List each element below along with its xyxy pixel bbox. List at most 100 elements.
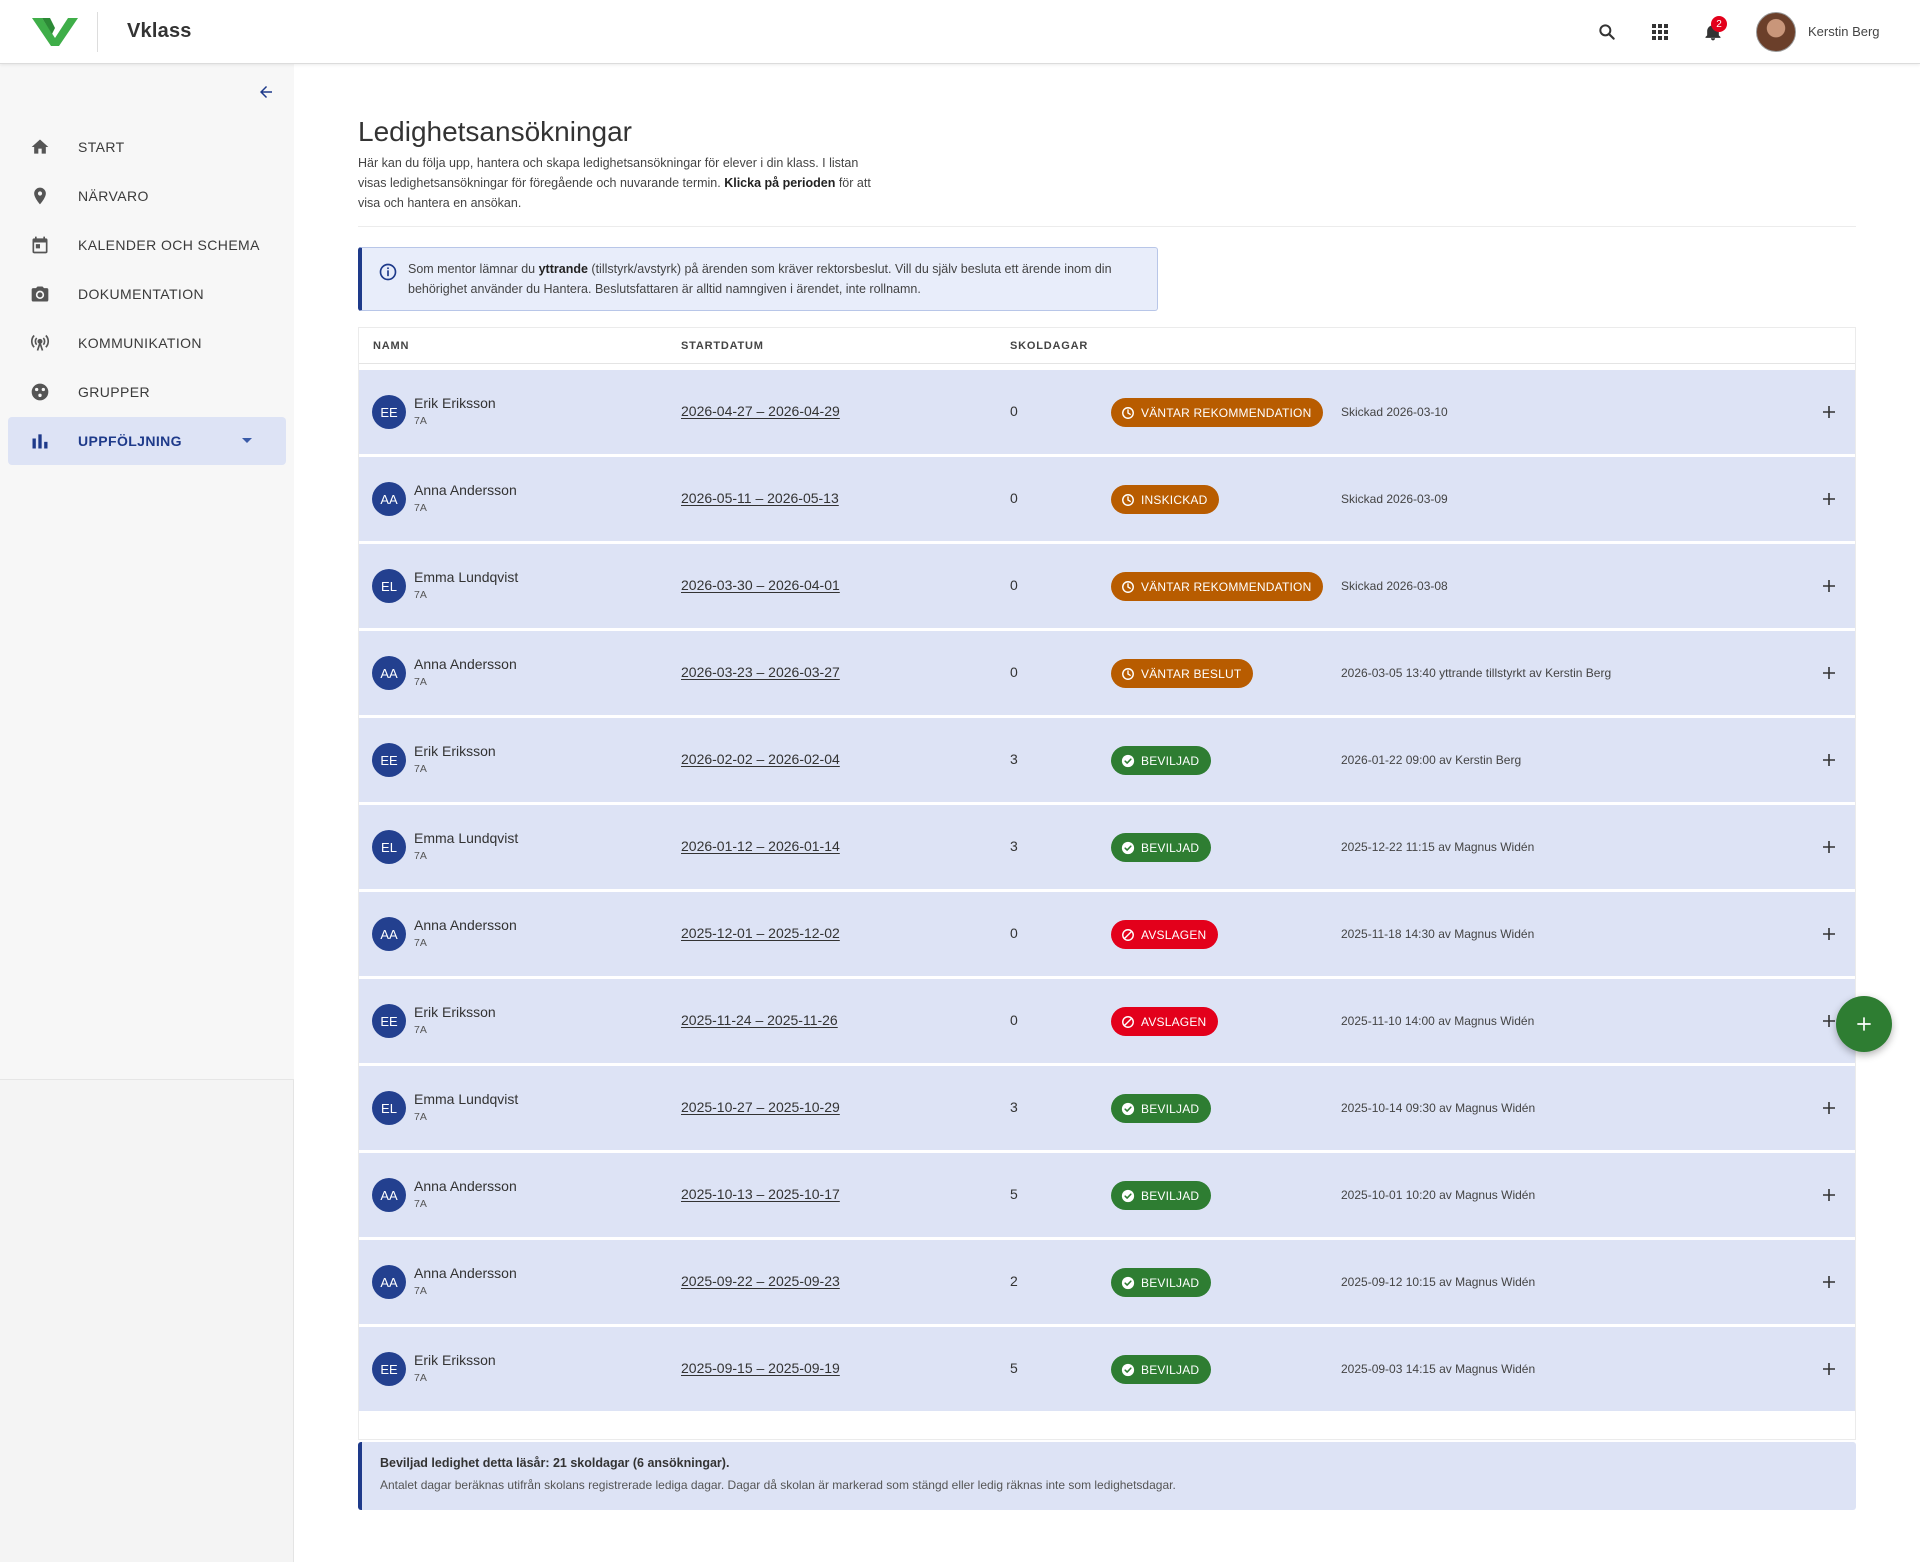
expand-row-button[interactable] <box>1817 1357 1841 1381</box>
plus-icon <box>1823 1363 1835 1375</box>
status-label: VÄNTAR REKOMMENDATION <box>1141 579 1312 594</box>
expand-row-button[interactable] <box>1817 922 1841 946</box>
status-note: 2025-12-22 11:15 av Magnus Widén <box>1341 840 1535 854</box>
period-link[interactable]: 2025-11-24 – 2025-11-26 <box>681 1012 838 1028</box>
page-intro: Här kan du följa upp, hantera och skapa … <box>358 156 871 210</box>
sidebar-item-kalender[interactable]: KALENDER OCH SCHEMA <box>8 221 286 269</box>
table-row[interactable]: AA Anna Andersson 7A 2026-05-11 – 2026-05-1… <box>359 457 1855 541</box>
table-row[interactable]: EE Erik Eriksson 7A 2025-09-15 – 2025-09-19… <box>359 1327 1855 1411</box>
table-row[interactable]: EL Emma Lundqvist 7A 2026-01-12 – 2026-01-1… <box>359 805 1855 889</box>
sidebar-item-uppfoljning[interactable]: UPPFÖLJNING <box>8 417 286 465</box>
school-days: 3 <box>1010 1099 1018 1115</box>
block-icon <box>1121 1015 1135 1029</box>
period-link[interactable]: 2025-10-13 – 2025-10-17 <box>681 1186 840 1202</box>
notifications-button[interactable]: 2 <box>1699 16 1727 46</box>
status-note: Skickad 2026-03-09 <box>1341 492 1448 506</box>
notification-count-badge: 2 <box>1711 16 1727 32</box>
status-note: 2025-11-10 14:00 av Magnus Widén <box>1341 1014 1535 1028</box>
sidebar-item-start[interactable]: START <box>8 123 286 171</box>
expand-row-button[interactable] <box>1817 835 1841 859</box>
status-label: AVSLAGEN <box>1141 927 1207 942</box>
divider <box>358 226 1856 227</box>
column-header-schooldays[interactable]: SKOLDAGAR <box>1010 340 1088 352</box>
vklass-logo[interactable] <box>32 16 78 48</box>
home-icon <box>28 135 52 159</box>
student-avatar: EE <box>372 395 406 429</box>
top-bar: Vklass 2 Kerstin Berg <box>0 0 1920 64</box>
add-application-button[interactable] <box>1836 996 1892 1052</box>
chevron-down-icon[interactable] <box>242 438 252 443</box>
plus-icon <box>1823 1276 1835 1288</box>
sidebar: START NÄRVARO KALENDER OCH SCHEMA DOKUME… <box>0 64 294 1562</box>
expand-row-button[interactable] <box>1817 1183 1841 1207</box>
table-row[interactable]: EL Emma Lundqvist 7A 2025-10-27 – 2025-10-2… <box>359 1066 1855 1150</box>
student-avatar: EL <box>372 569 406 603</box>
expand-row-button[interactable] <box>1817 487 1841 511</box>
sidebar-item-grupper[interactable]: GRUPPER <box>8 368 286 416</box>
plus-icon <box>1823 841 1835 853</box>
status-badge: BEVILJAD <box>1111 1094 1212 1123</box>
table-row[interactable]: EE Erik Eriksson 7A 2026-04-27 – 2026-04-29… <box>359 370 1855 454</box>
info-icon <box>379 263 397 281</box>
status-note: 2025-11-18 14:30 av Magnus Widén <box>1341 927 1535 941</box>
status-note: 2025-09-12 10:15 av Magnus Widén <box>1341 1275 1536 1289</box>
period-link[interactable]: 2026-01-12 – 2026-01-14 <box>681 838 840 854</box>
sidebar-item-label: UPPFÖLJNING <box>78 433 182 449</box>
student-name: Emma Lundqvist <box>414 830 519 846</box>
status-badge: BEVILJAD <box>1111 1355 1212 1384</box>
student-class: 7A <box>414 850 427 862</box>
table-row[interactable]: EE Erik Eriksson 7A 2026-02-02 – 2026-02-04… <box>359 718 1855 802</box>
sidebar-item-label: KOMMUNIKATION <box>78 335 202 351</box>
school-days: 3 <box>1010 751 1018 767</box>
period-link[interactable]: 2025-09-15 – 2025-09-19 <box>681 1360 840 1376</box>
expand-row-button[interactable] <box>1817 1096 1841 1120</box>
table-row[interactable]: AA Anna Andersson 7A 2025-12-01 – 2025-12-0… <box>359 892 1855 976</box>
period-link[interactable]: 2025-12-01 – 2025-12-02 <box>681 925 840 941</box>
sidebar-item-kommunikation[interactable]: KOMMUNIKATION <box>8 319 286 367</box>
student-class: 7A <box>414 415 427 427</box>
column-header-startdate[interactable]: STARTDATUM <box>681 340 764 352</box>
table-row[interactable]: EE Erik Eriksson 7A 2025-11-24 – 2025-11-26… <box>359 979 1855 1063</box>
status-label: AVSLAGEN <box>1141 1014 1207 1029</box>
table-row[interactable]: AA Anna Andersson 7A 2025-10-13 – 2025-10-1… <box>359 1153 1855 1237</box>
collapse-sidebar-button[interactable] <box>252 78 280 106</box>
student-name: Emma Lundqvist <box>414 569 519 585</box>
table-row[interactable]: EL Emma Lundqvist 7A 2026-03-30 – 2026-04-0… <box>359 544 1855 628</box>
sidebar-item-dokumentation[interactable]: DOKUMENTATION <box>8 270 286 318</box>
search-icon[interactable] <box>1593 18 1621 46</box>
sidebar-nav-panel: START NÄRVARO KALENDER OCH SCHEMA DOKUME… <box>0 64 294 1080</box>
expand-row-button[interactable] <box>1817 748 1841 772</box>
check-circle-icon <box>1121 841 1135 855</box>
sidebar-item-narvaro[interactable]: NÄRVARO <box>8 172 286 220</box>
student-avatar: AA <box>372 1265 406 1299</box>
status-badge: VÄNTAR BESLUT <box>1111 659 1254 688</box>
check-circle-icon <box>1121 754 1135 768</box>
table-row[interactable]: AA Anna Andersson 7A 2025-09-22 – 2025-09-2… <box>359 1240 1855 1324</box>
expand-row-button[interactable] <box>1817 400 1841 424</box>
status-note: 2025-10-01 10:20 av Magnus Widén <box>1341 1188 1536 1202</box>
status-label: BEVILJAD <box>1141 1275 1200 1290</box>
status-label: VÄNTAR BESLUT <box>1141 666 1242 681</box>
check-circle-icon <box>1121 1189 1135 1203</box>
period-link[interactable]: 2026-05-11 – 2026-05-13 <box>681 490 839 506</box>
expand-row-button[interactable] <box>1817 661 1841 685</box>
period-link[interactable]: 2026-04-27 – 2026-04-29 <box>681 403 840 419</box>
expand-row-button[interactable] <box>1817 1270 1841 1294</box>
column-header-name[interactable]: NAMN <box>373 340 409 352</box>
period-link[interactable]: 2025-10-27 – 2025-10-29 <box>681 1099 840 1115</box>
period-link[interactable]: 2026-03-23 – 2026-03-27 <box>681 664 840 680</box>
sidebar-nav: START NÄRVARO KALENDER OCH SCHEMA DOKUME… <box>8 123 286 466</box>
expand-row-button[interactable] <box>1817 574 1841 598</box>
student-name: Erik Eriksson <box>414 1004 496 1020</box>
table-row[interactable]: AA Anna Andersson 7A 2026-03-23 – 2026-03-2… <box>359 631 1855 715</box>
user-avatar[interactable] <box>1756 12 1796 52</box>
period-link[interactable]: 2026-03-30 – 2026-04-01 <box>681 577 840 593</box>
period-link[interactable]: 2025-09-22 – 2025-09-23 <box>681 1273 840 1289</box>
student-avatar: AA <box>372 656 406 690</box>
student-class: 7A <box>414 502 427 514</box>
user-name[interactable]: Kerstin Berg <box>1808 24 1880 39</box>
apps-grid-icon[interactable] <box>1646 18 1674 46</box>
school-days: 0 <box>1010 664 1018 680</box>
period-link[interactable]: 2026-02-02 – 2026-02-04 <box>681 751 840 767</box>
table-header: NAMN STARTDATUM SKOLDAGAR <box>359 328 1855 364</box>
